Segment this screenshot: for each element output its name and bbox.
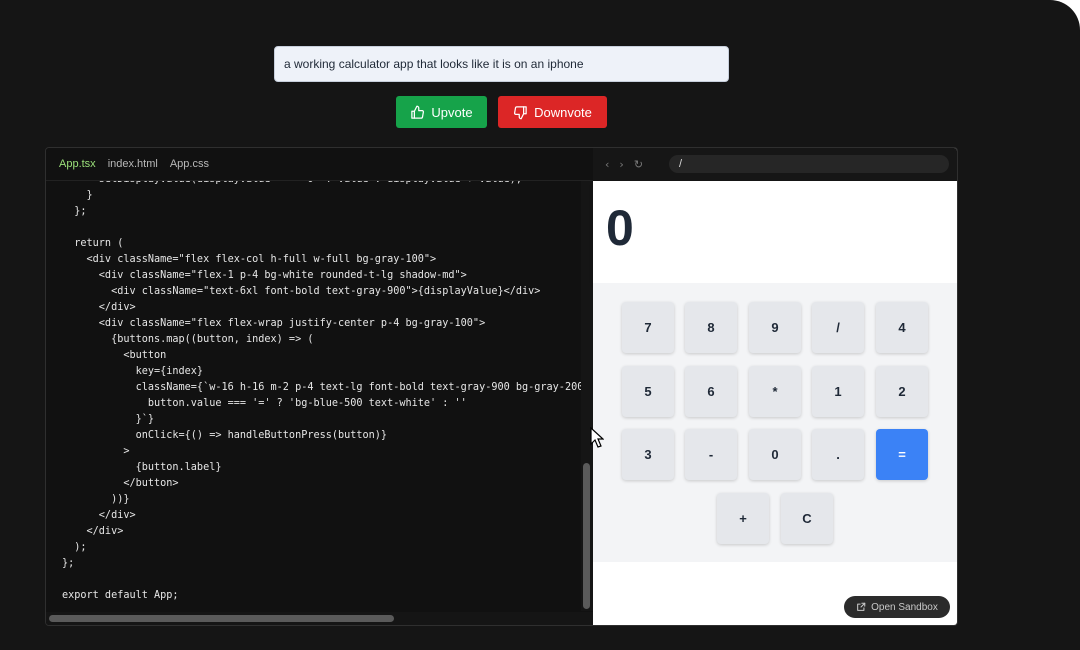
prompt-text: a working calculator app that looks like… bbox=[284, 57, 584, 71]
code-line: {button.label} bbox=[62, 462, 222, 473]
forward-icon[interactable]: › bbox=[619, 158, 623, 171]
file-tabs: App.tsx index.html App.css bbox=[46, 148, 593, 181]
external-link-icon bbox=[857, 602, 866, 611]
code-line: }`} bbox=[62, 414, 155, 425]
code-line: className={`w-16 h-16 m-2 p-4 text-lg fo… bbox=[62, 382, 581, 393]
downvote-button[interactable]: Downvote bbox=[498, 96, 607, 128]
code-editor: App.tsx index.html App.css setDisplayVal… bbox=[46, 148, 593, 625]
tab-app-tsx[interactable]: App.tsx bbox=[59, 158, 96, 170]
app-frame: a working calculator app that looks like… bbox=[0, 0, 1080, 650]
tab-index-html[interactable]: index.html bbox=[108, 158, 158, 170]
code-line: </div> bbox=[62, 302, 136, 313]
back-icon[interactable]: ‹ bbox=[605, 158, 609, 171]
app-preview: ‹ › ↻ / 0 7 8 9/4 5 6 * 1 2 3-0. = + C Open Sandbox bbox=[593, 148, 957, 625]
code-line: onClick={() => handleButtonPress(button)… bbox=[62, 430, 388, 441]
code-line: }; bbox=[62, 206, 87, 217]
calc-button-minus[interactable]: - bbox=[685, 429, 737, 480]
calculator-keypad: 7 8 9/4 5 6 * 1 2 3-0. = + C bbox=[593, 283, 957, 562]
code-line: ); bbox=[62, 542, 87, 553]
calc-button-divide[interactable]: / bbox=[812, 302, 864, 353]
upvote-label: Upvote bbox=[431, 104, 473, 120]
calc-button-clear[interactable]: C bbox=[781, 493, 833, 544]
code-line: }; bbox=[62, 558, 75, 569]
calc-button-digit-3[interactable]: 3 bbox=[622, 429, 674, 480]
code-line: </button> bbox=[62, 478, 179, 489]
code-line: return ( bbox=[62, 238, 124, 249]
code-line: </div> bbox=[62, 510, 136, 521]
thumbs-up-icon bbox=[411, 105, 425, 119]
code-line: button.value === '=' ? 'bg-blue-500 text… bbox=[62, 398, 467, 409]
code-area[interactable]: setDisplayValue(displayValue === '0' ? v… bbox=[46, 181, 581, 611]
code-line: <div className="flex flex-col h-full w-f… bbox=[62, 254, 437, 265]
code-line: </div> bbox=[62, 526, 124, 537]
calc-button-digit-0[interactable]: 0 bbox=[749, 429, 801, 480]
calc-button-multiply[interactable]: * bbox=[749, 366, 801, 417]
code-line: export default App; bbox=[62, 590, 179, 601]
mouse-cursor-icon bbox=[590, 427, 604, 448]
code-line: <div className="text-6xl font-bold text-… bbox=[62, 286, 541, 297]
calculator-display: 0 bbox=[593, 181, 957, 283]
code-line: } bbox=[62, 190, 93, 201]
upvote-button[interactable]: Upvote bbox=[396, 96, 487, 128]
code-line: key={index} bbox=[62, 366, 204, 377]
horizontal-scrollbar[interactable] bbox=[46, 612, 593, 625]
vertical-scrollbar[interactable] bbox=[581, 181, 593, 611]
thumbs-down-icon bbox=[514, 105, 527, 119]
calc-button-digit-1[interactable]: 1 bbox=[812, 366, 864, 417]
calc-button-digit-5[interactable]: 5 bbox=[622, 366, 674, 417]
calc-button-plus[interactable]: + bbox=[717, 493, 769, 544]
calc-button-digit-7[interactable]: 7 bbox=[622, 302, 674, 353]
vertical-scrollbar-thumb[interactable] bbox=[583, 463, 590, 609]
calc-button-digit-8[interactable]: 8 bbox=[685, 302, 737, 353]
code-line: <button bbox=[62, 350, 167, 361]
open-sandbox-button[interactable]: Open Sandbox bbox=[844, 596, 950, 618]
url-bar[interactable]: / bbox=[669, 155, 949, 173]
code-line: setDisplayValue(displayValue === '0' ? v… bbox=[46, 181, 581, 188]
refresh-icon[interactable]: ↻ bbox=[634, 158, 643, 171]
code-line: <div className="flex-1 p-4 bg-white roun… bbox=[62, 270, 467, 281]
preview-browser-bar: ‹ › ↻ / bbox=[593, 148, 957, 181]
downvote-label: Downvote bbox=[534, 104, 592, 120]
prompt-input[interactable]: a working calculator app that looks like… bbox=[274, 46, 729, 82]
calc-button-digit-4[interactable]: 4 bbox=[876, 302, 928, 353]
calc-button-digit-9[interactable]: 9 bbox=[749, 302, 801, 353]
calc-button-digit-2[interactable]: 2 bbox=[876, 366, 928, 417]
code-line: <div className="flex flex-wrap justify-c… bbox=[62, 318, 486, 329]
calc-button-decimal[interactable]: . bbox=[812, 429, 864, 480]
tab-app-css[interactable]: App.css bbox=[170, 158, 209, 170]
horizontal-scrollbar-thumb[interactable] bbox=[49, 615, 394, 622]
code-line: > bbox=[62, 446, 130, 457]
open-sandbox-label: Open Sandbox bbox=[871, 601, 938, 613]
display-value: 0 bbox=[606, 200, 634, 256]
url-text: / bbox=[679, 158, 683, 170]
calc-button-equals[interactable]: = bbox=[876, 429, 928, 480]
calc-button-digit-6[interactable]: 6 bbox=[685, 366, 737, 417]
code-line: {buttons.map((button, index) => ( bbox=[62, 334, 314, 345]
sandbox-panel: App.tsx index.html App.css setDisplayVal… bbox=[45, 147, 958, 626]
code-line: ))} bbox=[62, 494, 130, 505]
